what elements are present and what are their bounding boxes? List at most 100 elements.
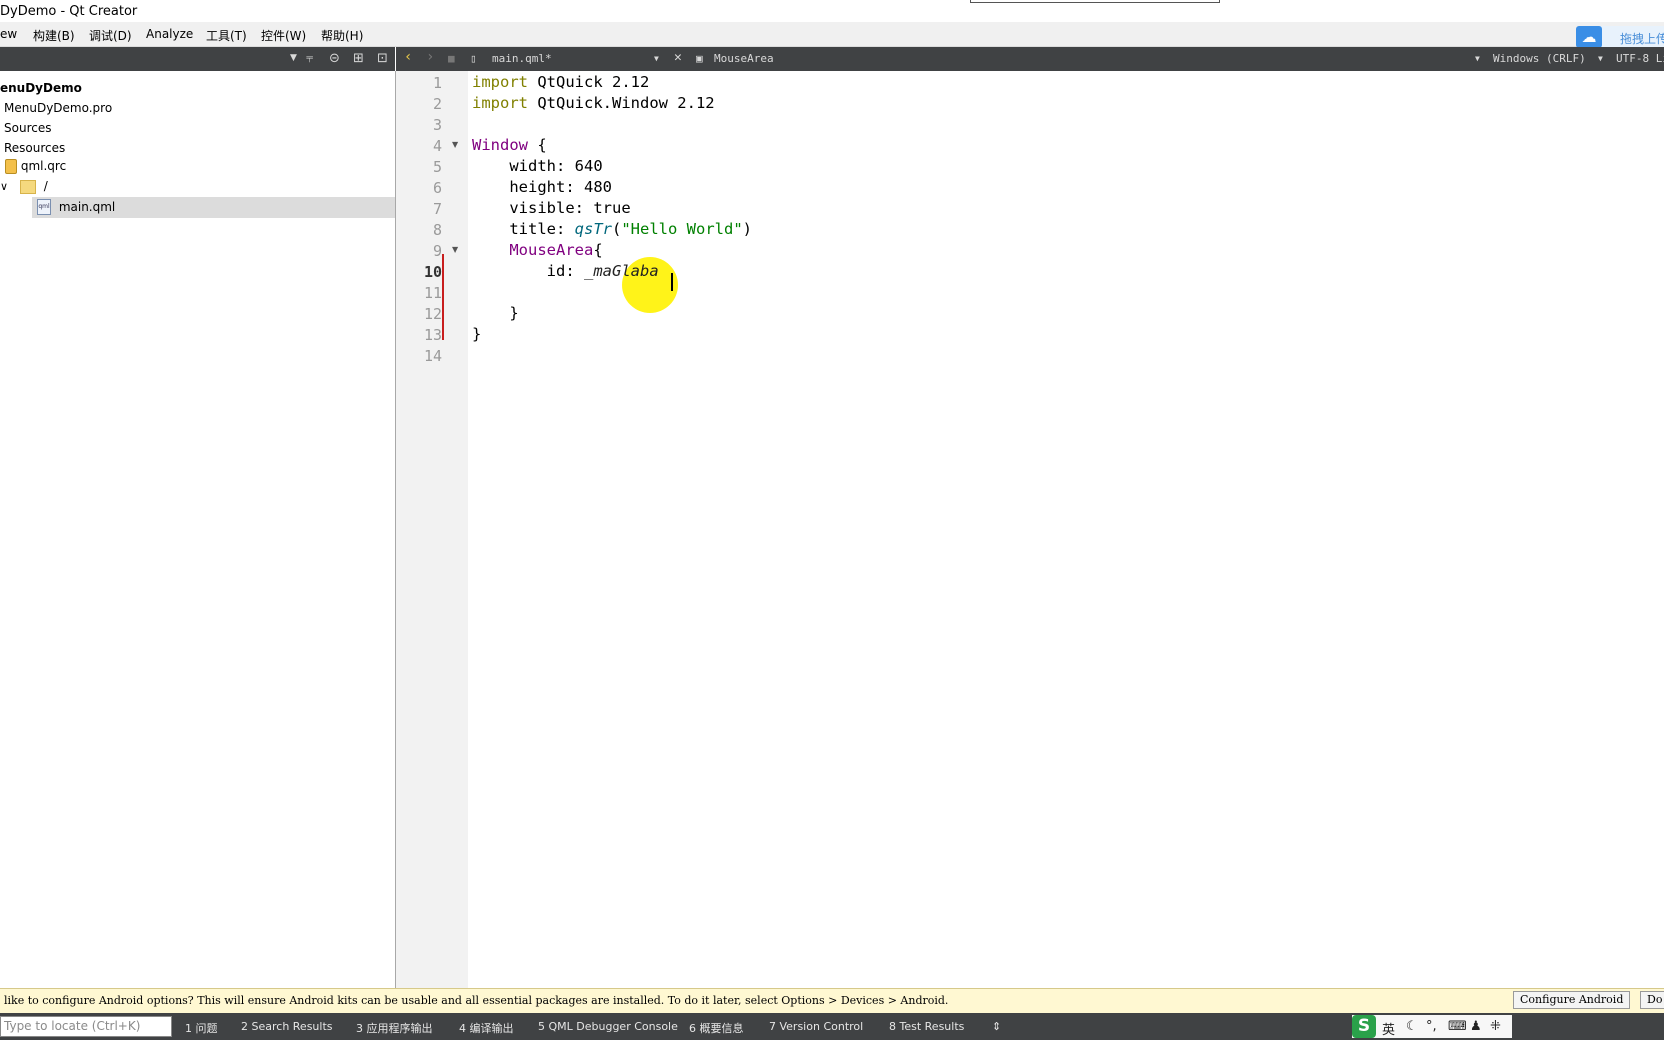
- qrc-file-icon: [5, 159, 17, 174]
- tree-item-sources[interactable]: Sources: [4, 121, 51, 135]
- code-line-12: }: [472, 304, 519, 322]
- line-number: 1: [432, 74, 442, 92]
- line-number: 7: [432, 200, 442, 218]
- tree-item-resources[interactable]: Resources: [4, 141, 65, 155]
- line-number: 8: [432, 221, 442, 239]
- line-number: 4: [432, 137, 442, 155]
- menu-bar: ew 构建(B) 调试(D) Analyze 工具(T) 控件(W) 帮助(H)…: [0, 22, 1664, 48]
- menu-analyze[interactable]: Analyze: [146, 27, 193, 41]
- close-file-icon[interactable]: ✕: [674, 50, 682, 65]
- code-line-9: MouseArea{: [472, 241, 603, 259]
- line-number: 3: [432, 116, 442, 134]
- tree-item-qrc[interactable]: qml.qrc: [5, 159, 66, 174]
- line-number-current: 10: [423, 263, 442, 281]
- forward-arrow-icon[interactable]: ›: [426, 49, 434, 65]
- open-file-name[interactable]: main.qml*: [492, 52, 552, 65]
- line-number: 5: [432, 158, 442, 176]
- line-number: 9: [432, 242, 442, 260]
- menu-help[interactable]: 帮助(H): [321, 27, 363, 44]
- code-line-5: width: 640: [472, 157, 603, 175]
- line-number: 6: [432, 179, 442, 197]
- menu-controls[interactable]: 控件(W): [261, 27, 306, 44]
- project-root[interactable]: enuDyDemo: [0, 81, 82, 95]
- menu-view[interactable]: ew: [0, 27, 17, 41]
- window-title: DyDemo - Qt Creator: [0, 4, 138, 19]
- back-arrow-icon[interactable]: ‹: [404, 49, 412, 65]
- configure-android-button[interactable]: Configure Android: [1513, 991, 1631, 1009]
- split-icon[interactable]: ⊞: [353, 51, 364, 66]
- code-line-10: id: _maGlaba: [472, 262, 659, 280]
- file-dropdown-icon[interactable]: ▼: [654, 54, 659, 63]
- lock-icon: ■: [448, 52, 455, 65]
- code-line-4: Window {: [472, 136, 547, 154]
- tab-general-messages[interactable]: 6 概要信息: [689, 1020, 744, 1036]
- project-toolbar: ▼ ⫧ ⊝ ⊞ ⊡: [0, 47, 395, 71]
- qml-file-icon: qml: [37, 199, 51, 215]
- line-number-gutter: 1 2 3 4 5 6 7 8 9 10 11 12 13 14 ▼ ▼: [396, 71, 468, 988]
- tab-issues[interactable]: 1 问题: [185, 1020, 218, 1036]
- fold-arrow-icon[interactable]: ▼: [452, 140, 458, 149]
- symbol-icon: ▣: [696, 52, 703, 65]
- code-line-6: height: 480: [472, 178, 612, 196]
- cloud-upload-button[interactable]: ☁ 拖拽上传: [1576, 26, 1664, 48]
- chevron-down-icon[interactable]: ∨: [0, 180, 8, 193]
- keyboard-icon[interactable]: ⌨: [1448, 1019, 1467, 1034]
- tab-search-results[interactable]: 2 Search Results: [241, 1020, 333, 1033]
- locate-input[interactable]: Type to locate (Ctrl+K): [0, 1016, 172, 1037]
- tree-item-root-folder[interactable]: ∨ /: [0, 179, 48, 194]
- filter-icon[interactable]: ⫧: [306, 51, 313, 66]
- line-number: 2: [432, 95, 442, 113]
- menu-build[interactable]: 构建(B): [33, 27, 75, 44]
- tab-version-control[interactable]: 7 Version Control: [769, 1020, 863, 1033]
- project-tree: enuDyDemo MenuDyDemo.pro Sources Resourc…: [0, 71, 396, 988]
- code-editor[interactable]: import QtQuick 2.12 import QtQuick.Windo…: [468, 71, 1664, 988]
- code-line-1: import QtQuick 2.12: [472, 73, 650, 91]
- line-ending-selector[interactable]: Windows (CRLF): [1493, 52, 1586, 65]
- dropdown-arrow-icon[interactable]: ▼: [290, 53, 297, 63]
- text-caret: [671, 273, 673, 291]
- tree-item-root-folder-label: /: [43, 179, 48, 193]
- ime-language[interactable]: 英: [1382, 1019, 1395, 1038]
- fold-arrow-icon[interactable]: ▼: [452, 245, 458, 254]
- code-line-7: visible: true: [472, 199, 631, 217]
- encoding-selector[interactable]: UTF-8 Li: [1616, 52, 1664, 65]
- tab-application-output[interactable]: 3 应用程序输出: [356, 1020, 433, 1036]
- line-ending-dropdown-icon[interactable]: ▼: [1475, 54, 1480, 63]
- tree-item-pro-file[interactable]: MenuDyDemo.pro: [4, 101, 112, 115]
- cloud-upload-label: 拖拽上传: [1620, 32, 1664, 46]
- overlay-frame: [970, 0, 1220, 3]
- folder-icon: [19, 179, 36, 194]
- android-info-bar: like to configure Android options? This …: [0, 988, 1664, 1013]
- editor-toolbar: ‹ › ■ ▯ main.qml* ▼ ✕ ▣ MouseArea ▼ Wind…: [396, 47, 1664, 71]
- tree-item-main-qml-label: main.qml: [58, 199, 116, 214]
- line-number: 13: [423, 326, 442, 344]
- close-panel-icon[interactable]: ⊡: [377, 51, 388, 66]
- line-number: 14: [423, 347, 442, 365]
- do-not-show-button[interactable]: Do: [1640, 991, 1664, 1009]
- modified-lines-marker: [442, 254, 444, 340]
- tab-test-results[interactable]: 8 Test Results: [889, 1020, 964, 1033]
- menu-tools[interactable]: 工具(T): [206, 27, 247, 44]
- punctuation-icon[interactable]: °,: [1426, 1019, 1437, 1034]
- grid-icon[interactable]: ⁜: [1490, 1019, 1501, 1034]
- more-tabs-icon[interactable]: ⇕: [992, 1020, 1001, 1033]
- user-icon[interactable]: ♟: [1470, 1019, 1482, 1034]
- line-number: 11: [423, 284, 442, 302]
- link-icon[interactable]: ⊝: [329, 51, 340, 66]
- line-number: 12: [423, 305, 442, 323]
- tab-compile-output[interactable]: 4 编译输出: [459, 1020, 514, 1036]
- encoding-dropdown-icon[interactable]: ▼: [1598, 54, 1603, 63]
- title-bar: DyDemo - Qt Creator: [0, 0, 1664, 22]
- code-line-2: import QtQuick.Window 2.12: [472, 94, 715, 112]
- status-bar: Type to locate (Ctrl+K) 1 问题 2 Search Re…: [0, 1013, 1664, 1040]
- current-symbol[interactable]: MouseArea: [714, 52, 774, 65]
- moon-icon[interactable]: ☾: [1406, 1019, 1418, 1034]
- sogou-logo[interactable]: S: [1352, 1015, 1376, 1038]
- tree-item-main-qml[interactable]: qml main.qml: [37, 199, 115, 215]
- file-icon: ▯: [470, 52, 477, 65]
- menu-debug[interactable]: 调试(D): [89, 27, 132, 44]
- tab-qml-debugger[interactable]: 5 QML Debugger Console: [538, 1020, 678, 1033]
- ime-toolbar: S 英 ☾ °, ⌨ ♟ ⁜: [1352, 1015, 1512, 1038]
- tree-item-qrc-label: qml.qrc: [20, 159, 67, 173]
- info-message: like to configure Android options? This …: [4, 994, 949, 1007]
